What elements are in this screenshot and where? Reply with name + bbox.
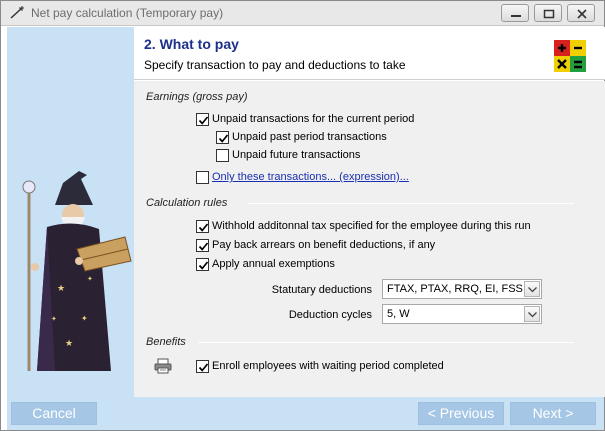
deduction-cycles-dropdown-button[interactable] bbox=[524, 306, 540, 322]
unpaid-current-label: Unpaid transactions for the current peri… bbox=[212, 113, 415, 125]
svg-text:★: ★ bbox=[57, 284, 65, 294]
deduction-cycles-value: 5, W bbox=[387, 308, 410, 320]
checkmark-icon bbox=[198, 242, 209, 251]
payback-checkbox[interactable] bbox=[196, 239, 209, 252]
exemptions-checkbox-row[interactable]: Apply annual exemptions bbox=[196, 257, 446, 273]
wizard-footer: Cancel < Previous Next > bbox=[7, 397, 604, 430]
unpaid-future-checkbox[interactable] bbox=[216, 149, 229, 162]
close-icon bbox=[577, 9, 587, 19]
window-title: Net pay calculation (Temporary pay) bbox=[31, 6, 224, 20]
only-these-checkbox-row[interactable]: Only these transactions... (expression).… bbox=[196, 170, 496, 186]
maximize-icon bbox=[543, 9, 555, 19]
minimize-button[interactable] bbox=[501, 4, 529, 22]
svg-text:★: ★ bbox=[65, 339, 73, 349]
enroll-checkbox[interactable] bbox=[196, 360, 209, 373]
unpaid-current-checkbox-row[interactable]: Unpaid transactions for the current peri… bbox=[196, 112, 526, 128]
step-header: 2. What to pay Specify transaction to pa… bbox=[134, 27, 605, 80]
exemptions-checkbox[interactable] bbox=[196, 258, 209, 271]
chevron-down-icon bbox=[528, 287, 537, 293]
withhold-checkbox-row[interactable]: Withhold additonnal tax specified for th… bbox=[196, 219, 596, 235]
minimize-icon bbox=[511, 15, 521, 17]
step-subtitle: Specify transaction to pay and deduction… bbox=[144, 58, 406, 72]
benefits-heading: Benefits bbox=[146, 336, 186, 348]
enroll-label: Enroll employees with waiting period com… bbox=[212, 360, 444, 372]
calculation-rules-heading: Calculation rules bbox=[146, 197, 228, 209]
deduction-cycles-label: Deduction cycles bbox=[288, 309, 372, 321]
unpaid-past-checkbox[interactable] bbox=[216, 131, 229, 144]
exemptions-label: Apply annual exemptions bbox=[212, 258, 335, 270]
checkmark-icon bbox=[198, 116, 209, 125]
wizard-wand-icon bbox=[10, 6, 24, 19]
cancel-button[interactable]: Cancel bbox=[11, 402, 97, 425]
wizard-window: Net pay calculation (Temporary pay) ★ ✦ … bbox=[0, 0, 605, 431]
enroll-checkbox-row[interactable]: Enroll employees with waiting period com… bbox=[196, 359, 516, 375]
unpaid-future-label: Unpaid future transactions bbox=[232, 149, 361, 161]
statutory-deductions-label: Statutary deductions bbox=[271, 284, 372, 296]
benefits-divider bbox=[198, 342, 574, 343]
math-operators-icon bbox=[554, 40, 586, 72]
wizard-illustration: ★ ✦ ★ ✦ ✦ bbox=[22, 171, 132, 371]
checkmark-icon bbox=[198, 223, 209, 232]
svg-text:✦: ✦ bbox=[51, 315, 57, 323]
earnings-heading: Earnings (gross pay) bbox=[146, 91, 248, 103]
statutory-deductions-dropdown-button[interactable] bbox=[524, 281, 540, 297]
close-button[interactable] bbox=[567, 4, 595, 22]
payback-checkbox-row[interactable]: Pay back arrears on benefit deductions, … bbox=[196, 238, 526, 254]
unpaid-past-label: Unpaid past period transactions bbox=[232, 131, 387, 143]
unpaid-past-checkbox-row[interactable]: Unpaid past period transactions bbox=[216, 130, 466, 146]
step-content: Earnings (gross pay) Unpaid transactions… bbox=[134, 81, 605, 397]
next-button[interactable]: Next > bbox=[510, 402, 596, 425]
only-these-expression-link[interactable]: Only these transactions... (expression).… bbox=[212, 171, 409, 183]
checkmark-icon bbox=[198, 261, 209, 270]
checkmark-icon bbox=[218, 134, 229, 143]
unpaid-current-checkbox[interactable] bbox=[196, 113, 209, 126]
payback-label: Pay back arrears on benefit deductions, … bbox=[212, 239, 436, 251]
withhold-checkbox[interactable] bbox=[196, 220, 209, 233]
statutory-deductions-select[interactable]: FTAX, PTAX, RRQ, EI, FSS, F bbox=[382, 279, 542, 299]
title-bar: Net pay calculation (Temporary pay) bbox=[1, 1, 604, 26]
withhold-label: Withhold additonnal tax specified for th… bbox=[212, 220, 531, 232]
only-these-checkbox[interactable] bbox=[196, 171, 209, 184]
step-title: 2. What to pay bbox=[144, 36, 239, 52]
unpaid-future-checkbox-row[interactable]: Unpaid future transactions bbox=[216, 148, 466, 164]
previous-button[interactable]: < Previous bbox=[418, 402, 504, 425]
statutory-deductions-value: FTAX, PTAX, RRQ, EI, FSS, F bbox=[387, 283, 523, 295]
svg-text:✦: ✦ bbox=[81, 314, 88, 323]
chevron-down-icon bbox=[528, 312, 537, 318]
checkmark-icon bbox=[198, 363, 209, 372]
printer-icon[interactable] bbox=[154, 358, 172, 374]
svg-text:✦: ✦ bbox=[87, 275, 93, 283]
wizard-side-panel: ★ ✦ ★ ✦ ✦ bbox=[7, 27, 134, 397]
maximize-button[interactable] bbox=[534, 4, 562, 22]
deduction-cycles-select[interactable]: 5, W bbox=[382, 304, 542, 324]
calculation-rules-divider bbox=[248, 203, 574, 204]
